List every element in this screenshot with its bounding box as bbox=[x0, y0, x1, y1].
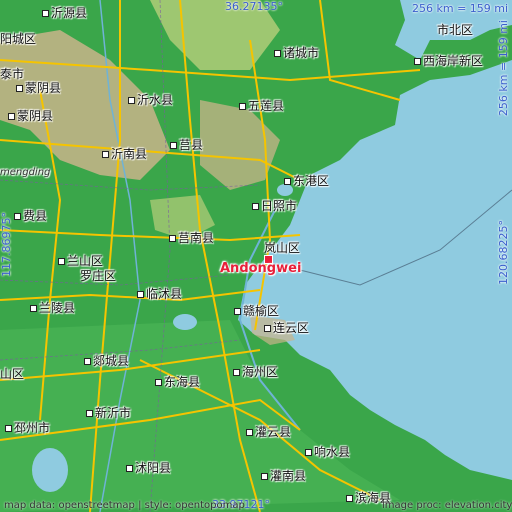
label-guanyun: 灌云县 bbox=[246, 426, 291, 439]
label-donggang: 东港区 bbox=[284, 175, 329, 188]
label-xinyi: 新沂市 bbox=[86, 407, 131, 420]
coord-top: 36.27135° bbox=[225, 0, 283, 13]
label-fei: 费县 bbox=[14, 210, 47, 223]
label-lanshan-rz: 岚山区 bbox=[264, 241, 301, 255]
label-pizhou: 邳州市 bbox=[5, 422, 50, 435]
label-mengding: mengding bbox=[0, 167, 51, 178]
label-zhucheng: 诸城市 bbox=[274, 47, 319, 60]
label-yinan: 沂南县 bbox=[102, 148, 147, 161]
label-yishui: 沂水县 bbox=[128, 94, 173, 107]
label-guannan: 灌南县 bbox=[261, 470, 306, 483]
image-credit: image proc: elevation.city bbox=[382, 500, 512, 511]
label-mengyin: 蒙阴县 bbox=[16, 82, 61, 95]
label-junan: 莒南县 bbox=[169, 232, 214, 245]
lake-1 bbox=[32, 448, 68, 492]
label-wulian: 五莲县 bbox=[239, 100, 284, 113]
coord-right: 120.68225° bbox=[497, 220, 510, 285]
label-lanshan-ly: 兰山区 bbox=[58, 255, 103, 268]
coord-left: 117.86975° bbox=[0, 212, 13, 277]
label-linshu: 临沭县 bbox=[137, 288, 182, 301]
map-view[interactable]: 36.27135° 33.97121° 117.86975° 120.68225… bbox=[0, 0, 512, 512]
label-ju: 莒县 bbox=[170, 139, 203, 152]
place-name: Andongwei bbox=[220, 261, 302, 276]
label-lanling: 兰陵县 bbox=[30, 302, 75, 315]
label-tancheng: 郯城县 bbox=[84, 355, 129, 368]
label-yiyuan: 沂源县 bbox=[42, 7, 87, 20]
label-xihaian: 西海岸新区 bbox=[414, 55, 483, 68]
label-haizhou: 海州区 bbox=[233, 366, 278, 379]
label-mengyin-2: 蒙阴县 bbox=[8, 110, 53, 123]
label-ganyu: 赣榆区 bbox=[234, 305, 279, 318]
label-lianyun: 连云区 bbox=[264, 322, 309, 335]
label-shuyang: 沭阳县 bbox=[126, 462, 171, 475]
label-xiangshui: 响水县 bbox=[305, 446, 350, 459]
label-luozhuang: 罗庄区 bbox=[80, 269, 117, 283]
scale-top: 256 km = 159 mi bbox=[412, 2, 509, 15]
label-chengyang: 阳城区 bbox=[0, 32, 37, 46]
label-zone: 山区 bbox=[0, 367, 25, 381]
label-rizhao: 日照市 bbox=[252, 200, 297, 213]
label-shibei: 市北区 bbox=[437, 23, 474, 37]
label-donghai: 东海县 bbox=[155, 376, 200, 389]
map-attribution: map data: openstreetmap | style: opentop… bbox=[4, 500, 245, 511]
label-xintai: 泰市 bbox=[0, 67, 25, 81]
lake-2 bbox=[173, 314, 197, 330]
scale-right: 256 km = 159 mi bbox=[497, 20, 510, 117]
